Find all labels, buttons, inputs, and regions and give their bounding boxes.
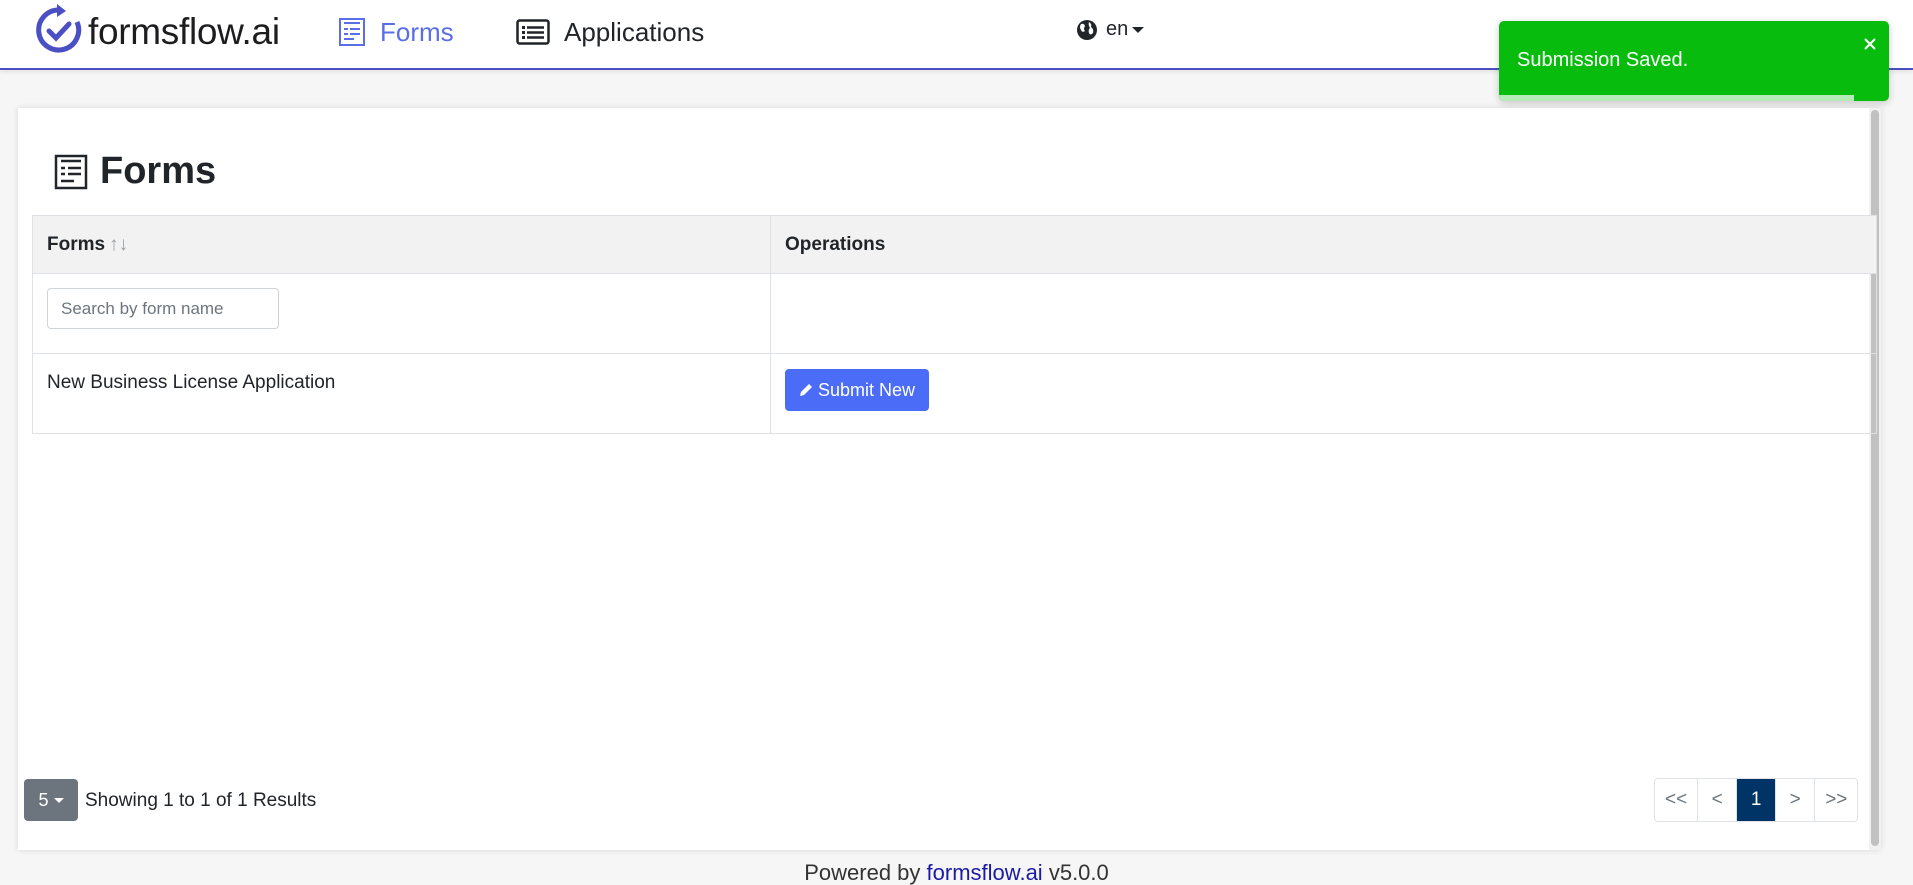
forms-card: Forms Forms↑↓ Operations New Business Li… bbox=[18, 108, 1881, 850]
nav-forms-label: Forms bbox=[380, 16, 454, 47]
column-header-forms[interactable]: Forms ↑↓ bbox=[32, 215, 771, 274]
globe-icon bbox=[1076, 19, 1098, 41]
formsflow-link[interactable]: formsflow.ai bbox=[927, 860, 1043, 885]
column-header-operations: Operations bbox=[770, 215, 1877, 274]
formsflow-logo-icon bbox=[36, 3, 82, 61]
current-page-button[interactable]: 1 bbox=[1736, 779, 1776, 821]
version-label: v5.0.0 bbox=[1048, 860, 1109, 885]
submit-new-button[interactable]: Submit New bbox=[785, 369, 930, 411]
toast-progress-bar bbox=[1499, 95, 1854, 101]
toast-message: Submission Saved. bbox=[1517, 49, 1689, 71]
last-page-button[interactable]: >> bbox=[1814, 779, 1858, 821]
powered-by-footer: Powered by formsflow.ai v5.0.0 bbox=[0, 860, 1913, 885]
submit-new-label: Submit New bbox=[818, 379, 916, 400]
toast-notification: Submission Saved. bbox=[1499, 21, 1889, 101]
brand-name: formsflow.ai bbox=[88, 11, 280, 52]
results-summary: Showing 1 to 1 of 1 Results bbox=[85, 790, 317, 811]
chevron-down-icon bbox=[53, 797, 64, 803]
chevron-down-icon bbox=[1132, 26, 1145, 33]
forms-table: Forms↑↓ Operations New Business License … bbox=[32, 215, 1877, 434]
column-operations-label: Operations bbox=[785, 233, 886, 255]
list-icon bbox=[516, 19, 550, 45]
language-label: en bbox=[1106, 18, 1129, 40]
page-title-text: Forms bbox=[100, 150, 217, 192]
brand[interactable]: formsflow.ai bbox=[36, 3, 280, 61]
powered-by-prefix: Powered by bbox=[804, 860, 921, 885]
filter-cell-empty bbox=[770, 273, 1877, 354]
sort-icon[interactable]: ↑↓ bbox=[109, 234, 128, 255]
language-dropdown[interactable]: en bbox=[1076, 18, 1145, 41]
page-title: Forms bbox=[54, 150, 216, 193]
pagination: << < 1 > >> bbox=[1654, 778, 1859, 822]
next-page-button[interactable]: > bbox=[1775, 779, 1815, 821]
search-input[interactable] bbox=[47, 288, 279, 329]
page-size-dropdown[interactable]: 5 bbox=[24, 779, 78, 821]
filter-row bbox=[32, 273, 1877, 354]
pencil-icon bbox=[799, 383, 813, 397]
form-list-icon bbox=[338, 17, 366, 47]
nav-applications[interactable]: Applications bbox=[516, 12, 704, 52]
nav-forms[interactable]: Forms bbox=[338, 12, 454, 52]
column-forms-label: Forms bbox=[47, 233, 106, 255]
first-page-button[interactable]: << bbox=[1655, 779, 1698, 821]
filter-cell bbox=[32, 273, 771, 354]
operations-cell: Submit New bbox=[770, 353, 1877, 434]
close-icon[interactable] bbox=[1861, 35, 1879, 53]
nav-applications-label: Applications bbox=[564, 16, 705, 47]
prev-page-button[interactable]: < bbox=[1697, 779, 1737, 821]
table-header-row: Forms ↑↓ Operations bbox=[32, 215, 1877, 274]
form-name-cell: New Business License Application bbox=[32, 353, 771, 434]
table-row: New Business License Application Submit … bbox=[32, 353, 1877, 434]
form-list-icon bbox=[54, 154, 88, 190]
page-size-value: 5 bbox=[38, 789, 49, 810]
